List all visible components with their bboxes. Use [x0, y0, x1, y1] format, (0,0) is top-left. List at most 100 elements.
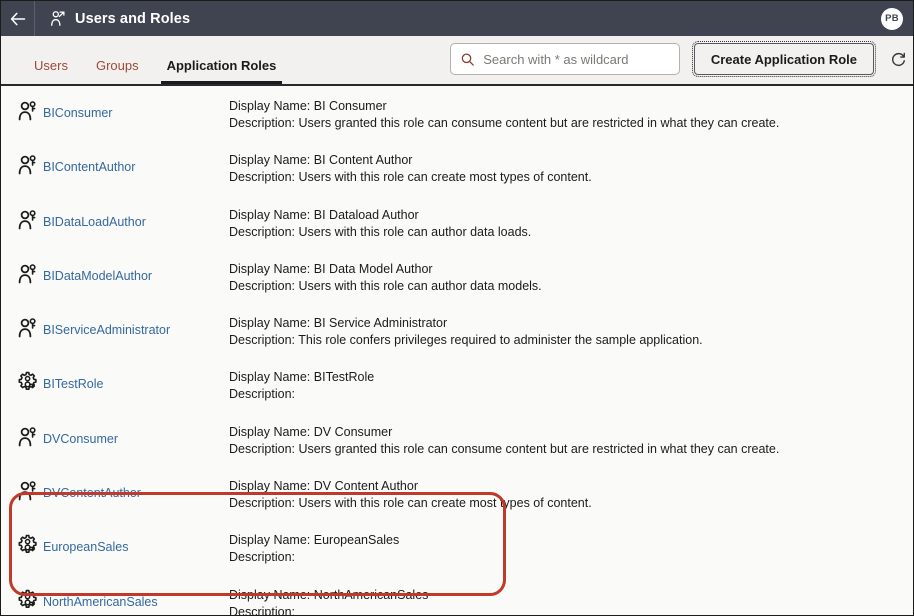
role-detail: Display Name: DV Content Author Descript…: [229, 472, 913, 512]
table-row[interactable]: BIDataLoadAuthor Display Name: BI Datalo…: [1, 195, 913, 249]
table-row[interactable]: BIDataModelAuthor Display Name: BI Data …: [1, 249, 913, 303]
user-role-icon: [13, 154, 43, 176]
table-row[interactable]: BIConsumer Display Name: BI Consumer Des…: [1, 86, 913, 140]
display-name-label: Display Name:: [229, 425, 310, 439]
role-name-link[interactable]: NorthAmericanSales: [43, 581, 229, 609]
user-avatar[interactable]: PB: [881, 8, 903, 30]
role-name-link[interactable]: BIContentAuthor: [43, 146, 229, 174]
display-name-value: BI Service Administrator: [314, 316, 447, 330]
role-description-line: Description:: [229, 549, 913, 566]
description-label: Description:: [229, 333, 295, 347]
role-name-link[interactable]: BITestRole: [43, 363, 229, 391]
table-row[interactable]: DVConsumer Display Name: DV Consumer Des…: [1, 412, 913, 466]
description-label: Description:: [229, 442, 295, 456]
table-row[interactable]: EuropeanSales Display Name: EuropeanSale…: [1, 520, 913, 574]
user-role-icon: [13, 317, 43, 339]
display-name-label: Display Name:: [229, 153, 310, 167]
header-title-group: Users and Roles: [35, 10, 190, 27]
display-name-label: Display Name:: [229, 99, 310, 113]
display-name-value: DV Consumer: [314, 425, 393, 439]
table-row[interactable]: BIServiceAdministrator Display Name: BI …: [1, 303, 913, 357]
role-description-line: Description:: [229, 386, 913, 403]
role-description-line: Description: Users with this role can au…: [229, 224, 913, 241]
description-label: Description:: [229, 170, 295, 184]
description-label: Description:: [229, 225, 295, 239]
description-label: Description:: [229, 116, 295, 130]
page-title: Users and Roles: [75, 11, 190, 27]
role-description-line: Description: Users granted this role can…: [229, 441, 913, 458]
display-name-value: BI Data Model Author: [314, 262, 433, 276]
role-display-name-line: Display Name: DV Content Author: [229, 478, 913, 495]
display-name-value: BI Content Author: [314, 153, 413, 167]
role-detail: Display Name: BI Data Model Author Descr…: [229, 255, 913, 295]
back-button[interactable]: [1, 1, 34, 36]
display-name-label: Display Name:: [229, 479, 310, 493]
role-name-link[interactable]: DVContentAuthor: [43, 472, 229, 500]
description-value: Users with this role can create most typ…: [298, 170, 591, 184]
back-arrow-icon: [10, 12, 26, 26]
users-roles-icon: [49, 10, 66, 27]
role-display-name-line: Display Name: BI Data Model Author: [229, 261, 913, 278]
display-name-value: BI Dataload Author: [314, 208, 419, 222]
refresh-button[interactable]: [886, 47, 910, 71]
user-role-icon: [13, 263, 43, 285]
tab-groups[interactable]: Groups: [82, 59, 153, 84]
role-detail: Display Name: DV Consumer Description: U…: [229, 418, 913, 458]
role-display-name-line: Display Name: DV Consumer: [229, 424, 913, 441]
display-name-value: BITestRole: [314, 370, 374, 384]
gear-role-icon: [13, 371, 43, 393]
user-role-icon: [13, 100, 43, 122]
display-name-label: Display Name:: [229, 208, 310, 222]
description-value: Users granted this role can consume cont…: [298, 442, 779, 456]
description-label: Description:: [229, 496, 295, 510]
tab-application-roles[interactable]: Application Roles: [153, 59, 291, 84]
role-display-name-line: Display Name: BITestRole: [229, 369, 913, 386]
table-row[interactable]: BITestRole Display Name: BITestRole Desc…: [1, 357, 913, 411]
role-display-name-line: Display Name: BI Service Administrator: [229, 315, 913, 332]
role-name-link[interactable]: BIConsumer: [43, 92, 229, 120]
display-name-value: DV Content Author: [314, 479, 418, 493]
description-value: Users with this role can author data loa…: [298, 225, 531, 239]
toolbar-strip: Users Groups Application Roles Create Ap…: [1, 36, 913, 84]
table-row[interactable]: BIContentAuthor Display Name: BI Content…: [1, 140, 913, 194]
user-role-icon: [13, 426, 43, 448]
role-description-line: Description: Users granted this role can…: [229, 115, 913, 132]
tab-bar: Users Groups Application Roles: [1, 36, 290, 84]
role-detail: Display Name: BI Consumer Description: U…: [229, 92, 913, 132]
table-row[interactable]: NorthAmericanSales Display Name: NorthAm…: [1, 575, 913, 616]
display-name-value: NorthAmericanSales: [314, 588, 429, 602]
role-detail: Display Name: BI Service Administrator D…: [229, 309, 913, 349]
description-value: Users granted this role can consume cont…: [298, 116, 779, 130]
role-name-link[interactable]: BIServiceAdministrator: [43, 309, 229, 337]
display-name-value: EuropeanSales: [314, 533, 399, 547]
role-name-link[interactable]: BIDataModelAuthor: [43, 255, 229, 283]
role-description-line: Description:: [229, 604, 913, 616]
role-name-link[interactable]: BIDataLoadAuthor: [43, 201, 229, 229]
display-name-label: Display Name:: [229, 588, 310, 602]
refresh-icon: [890, 51, 907, 68]
search-input[interactable]: [483, 52, 669, 67]
description-label: Description:: [229, 550, 295, 564]
role-description-line: Description: Users with this role can cr…: [229, 169, 913, 186]
application-roles-list: BIConsumer Display Name: BI Consumer Des…: [1, 84, 913, 616]
users-and-roles-window: Users and Roles PB Users Groups Applicat…: [0, 0, 914, 616]
role-detail: Display Name: EuropeanSales Description:: [229, 526, 913, 566]
toolbar-actions: Create Application Role: [450, 43, 913, 75]
search-box[interactable]: [450, 43, 680, 75]
tab-users[interactable]: Users: [20, 59, 82, 84]
description-value: Users with this role can author data mod…: [298, 279, 541, 293]
role-detail: Display Name: BI Content Author Descript…: [229, 146, 913, 186]
search-icon: [461, 52, 474, 67]
display-name-label: Display Name:: [229, 262, 310, 276]
display-name-label: Display Name:: [229, 316, 310, 330]
role-name-link[interactable]: DVConsumer: [43, 418, 229, 446]
display-name-label: Display Name:: [229, 370, 310, 384]
table-row[interactable]: DVContentAuthor Display Name: DV Content…: [1, 466, 913, 520]
create-application-role-button[interactable]: Create Application Role: [694, 43, 874, 75]
role-display-name-line: Display Name: BI Consumer: [229, 98, 913, 115]
gear-role-icon: [13, 589, 43, 611]
role-name-link[interactable]: EuropeanSales: [43, 526, 229, 554]
display-name-label: Display Name:: [229, 533, 310, 547]
display-name-value: BI Consumer: [314, 99, 387, 113]
role-detail: Display Name: BITestRole Description:: [229, 363, 913, 403]
